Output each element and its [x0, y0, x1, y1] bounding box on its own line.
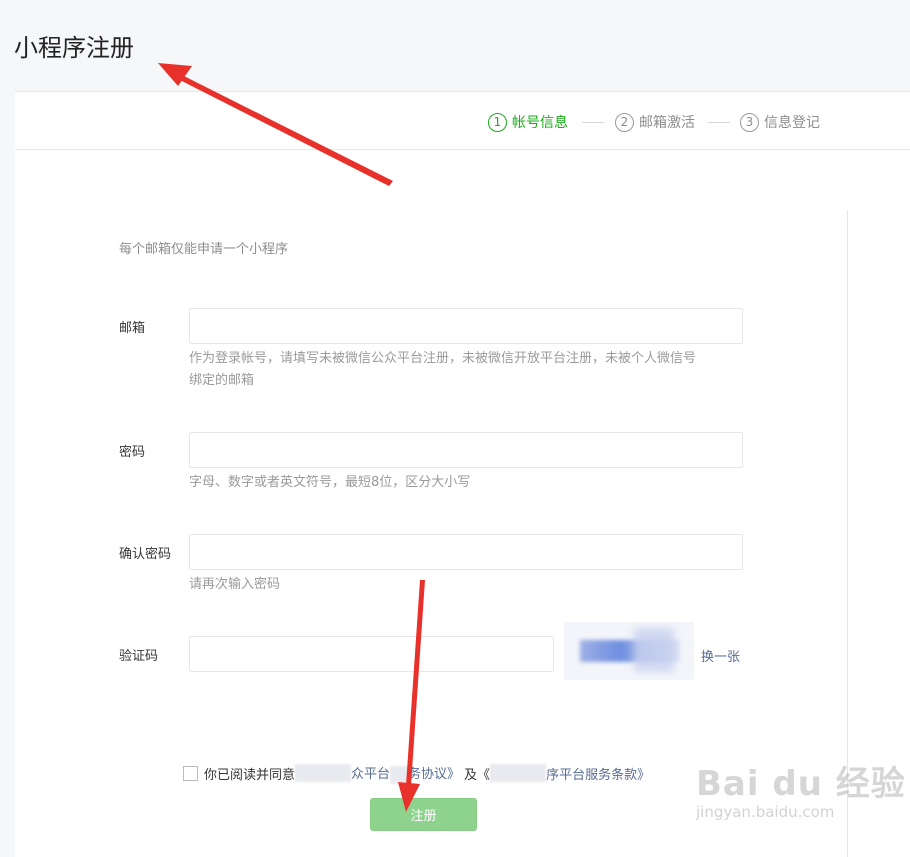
- watermark-logo: Bai du 经验: [696, 764, 906, 804]
- step-connector: [582, 122, 604, 123]
- link-text: 众平台: [351, 767, 391, 782]
- redacted-text: [295, 764, 352, 783]
- redacted-text: [390, 765, 409, 784]
- platform-agreement-link[interactable]: 众平台 务协议》: [351, 763, 460, 784]
- step-connector: [708, 122, 730, 123]
- captcha-input[interactable]: [189, 636, 554, 672]
- redacted-text: [490, 764, 547, 783]
- step-info-registration: 3 信息登记: [740, 112, 820, 132]
- step-label: 邮箱激活: [639, 115, 695, 131]
- step-account-info: 1 帐号信息: [488, 112, 568, 132]
- email-field[interactable]: [189, 308, 743, 344]
- page-title: 小程序注册: [14, 34, 134, 62]
- email-hint-line: 绑定的邮箱: [189, 373, 255, 388]
- register-card: 1 帐号信息 2 邮箱激活 3 信息登记 每个邮箱仅能申请一个小程序 邮箱 作为…: [15, 91, 910, 857]
- captcha-image[interactable]: [564, 622, 694, 680]
- email-hint-line: 作为登录帐号，请填写未被微信公众平台注册，未被微信开放平台注册，未被个人微信号: [189, 351, 697, 366]
- captcha-blur: [634, 628, 674, 672]
- email-label: 邮箱: [119, 321, 146, 336]
- watermark: Bai du 经验 jingyan.baidu.com: [696, 756, 906, 821]
- step-progress: 1 帐号信息 2 邮箱激活 3 信息登记: [15, 92, 910, 150]
- service-terms-link[interactable]: 序平台服务条款》: [546, 764, 650, 783]
- step-number: 1: [488, 112, 507, 132]
- email-hint: 作为登录帐号，请填写未被微信公众平台注册，未被微信开放平台注册，未被个人微信号 …: [189, 348, 749, 392]
- captcha-label: 验证码: [119, 649, 159, 664]
- password-hint: 字母、数字或者英文符号，最短8位，区分大小写: [189, 475, 471, 490]
- confirm-password-label: 确认密码: [119, 547, 172, 562]
- watermark-url: jingyan.baidu.com: [696, 803, 835, 821]
- password-field[interactable]: [189, 432, 743, 468]
- confirm-password-field[interactable]: [189, 534, 743, 570]
- register-button[interactable]: 注册: [370, 798, 477, 831]
- step-label: 信息登记: [764, 115, 820, 131]
- link-text: 务协议》: [408, 767, 461, 782]
- refresh-captcha-link[interactable]: 换一张: [701, 646, 740, 665]
- step-number: 2: [615, 112, 634, 132]
- step-email-activation: 2 邮箱激活: [615, 112, 695, 132]
- step-number: 3: [740, 112, 759, 132]
- password-label: 密码: [119, 445, 146, 460]
- confirm-password-hint: 请再次输入密码: [189, 577, 281, 592]
- step-label: 帐号信息: [512, 115, 568, 131]
- agreement-and: 及《: [464, 767, 491, 783]
- agreement-prefix: 你已阅读并同意: [204, 767, 296, 783]
- form-tip: 每个邮箱仅能申请一个小程序: [119, 242, 289, 257]
- agree-checkbox[interactable]: [183, 765, 198, 781]
- agreement-row: 你已阅读并同意 众平台 务协议》 及《 序平台服务条款》: [183, 763, 650, 784]
